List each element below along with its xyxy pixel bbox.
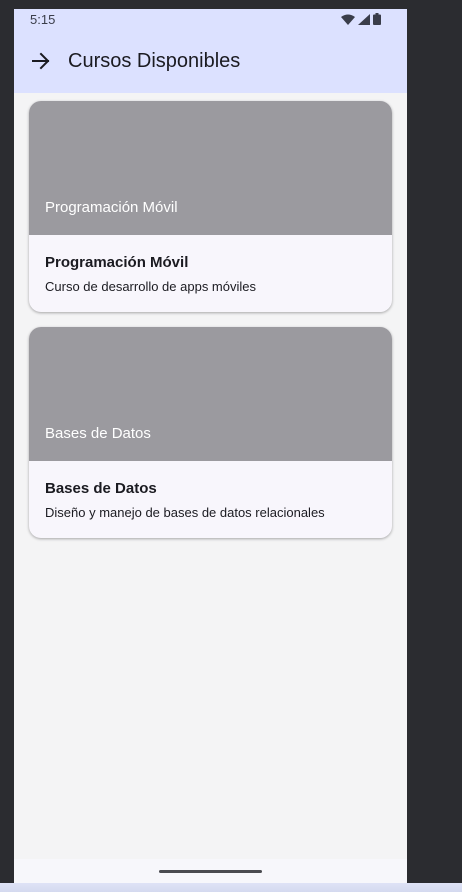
course-description: Diseño y manejo de bases de datos relaci… xyxy=(45,505,325,520)
home-indicator[interactable] xyxy=(159,870,262,873)
course-image-placeholder: Bases de Datos xyxy=(29,327,392,461)
phone-screen: 5:15 Cursos Disponibles Programación Móv… xyxy=(14,9,407,883)
top-app-bar: Cursos Disponibles xyxy=(14,31,407,93)
gesture-navigation-bar xyxy=(14,859,407,883)
course-description: Curso de desarrollo de apps móviles xyxy=(45,279,256,294)
page-title: Cursos Disponibles xyxy=(68,50,241,72)
arrow-forward-icon[interactable] xyxy=(28,48,54,74)
course-title: Bases de Datos xyxy=(45,480,157,497)
battery-icon xyxy=(373,13,381,25)
course-card[interactable]: Bases de Datos Bases de Datos Diseño y m… xyxy=(29,327,392,538)
course-image-label: Programación Móvil xyxy=(45,199,178,216)
status-time: 5:15 xyxy=(30,12,56,27)
cell-signal-icon xyxy=(358,13,370,25)
window-bottom-edge xyxy=(0,883,462,892)
course-title: Programación Móvil xyxy=(45,254,189,271)
status-bar: 5:15 xyxy=(14,9,407,31)
course-list: Programación Móvil Programación Móvil Cu… xyxy=(14,93,407,859)
course-image-placeholder: Programación Móvil xyxy=(29,101,392,235)
wifi-icon xyxy=(341,14,355,25)
window-top-edge xyxy=(0,0,462,9)
status-icons xyxy=(341,13,381,25)
course-image-label: Bases de Datos xyxy=(45,425,151,442)
course-card[interactable]: Programación Móvil Programación Móvil Cu… xyxy=(29,101,392,312)
